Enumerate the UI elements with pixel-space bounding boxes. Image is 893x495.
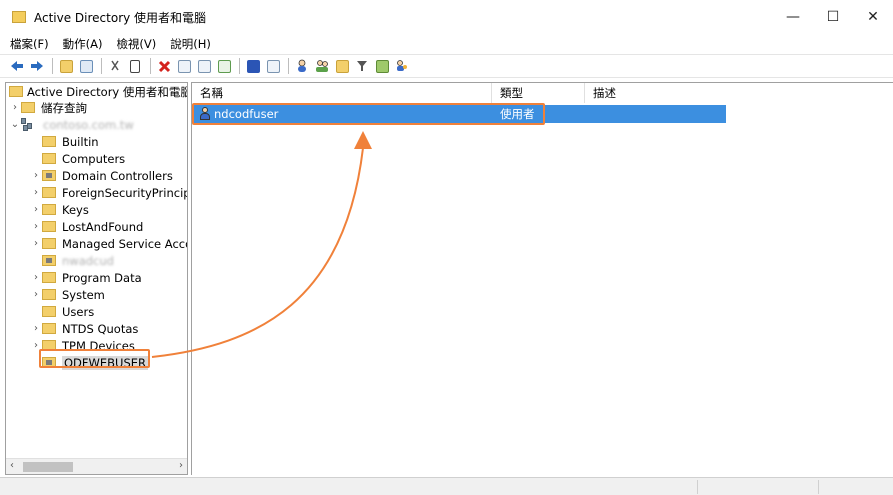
status-divider	[818, 480, 819, 494]
status-divider	[697, 480, 698, 494]
annotation-arrow-icon	[151, 131, 372, 358]
status-bar	[0, 477, 893, 495]
